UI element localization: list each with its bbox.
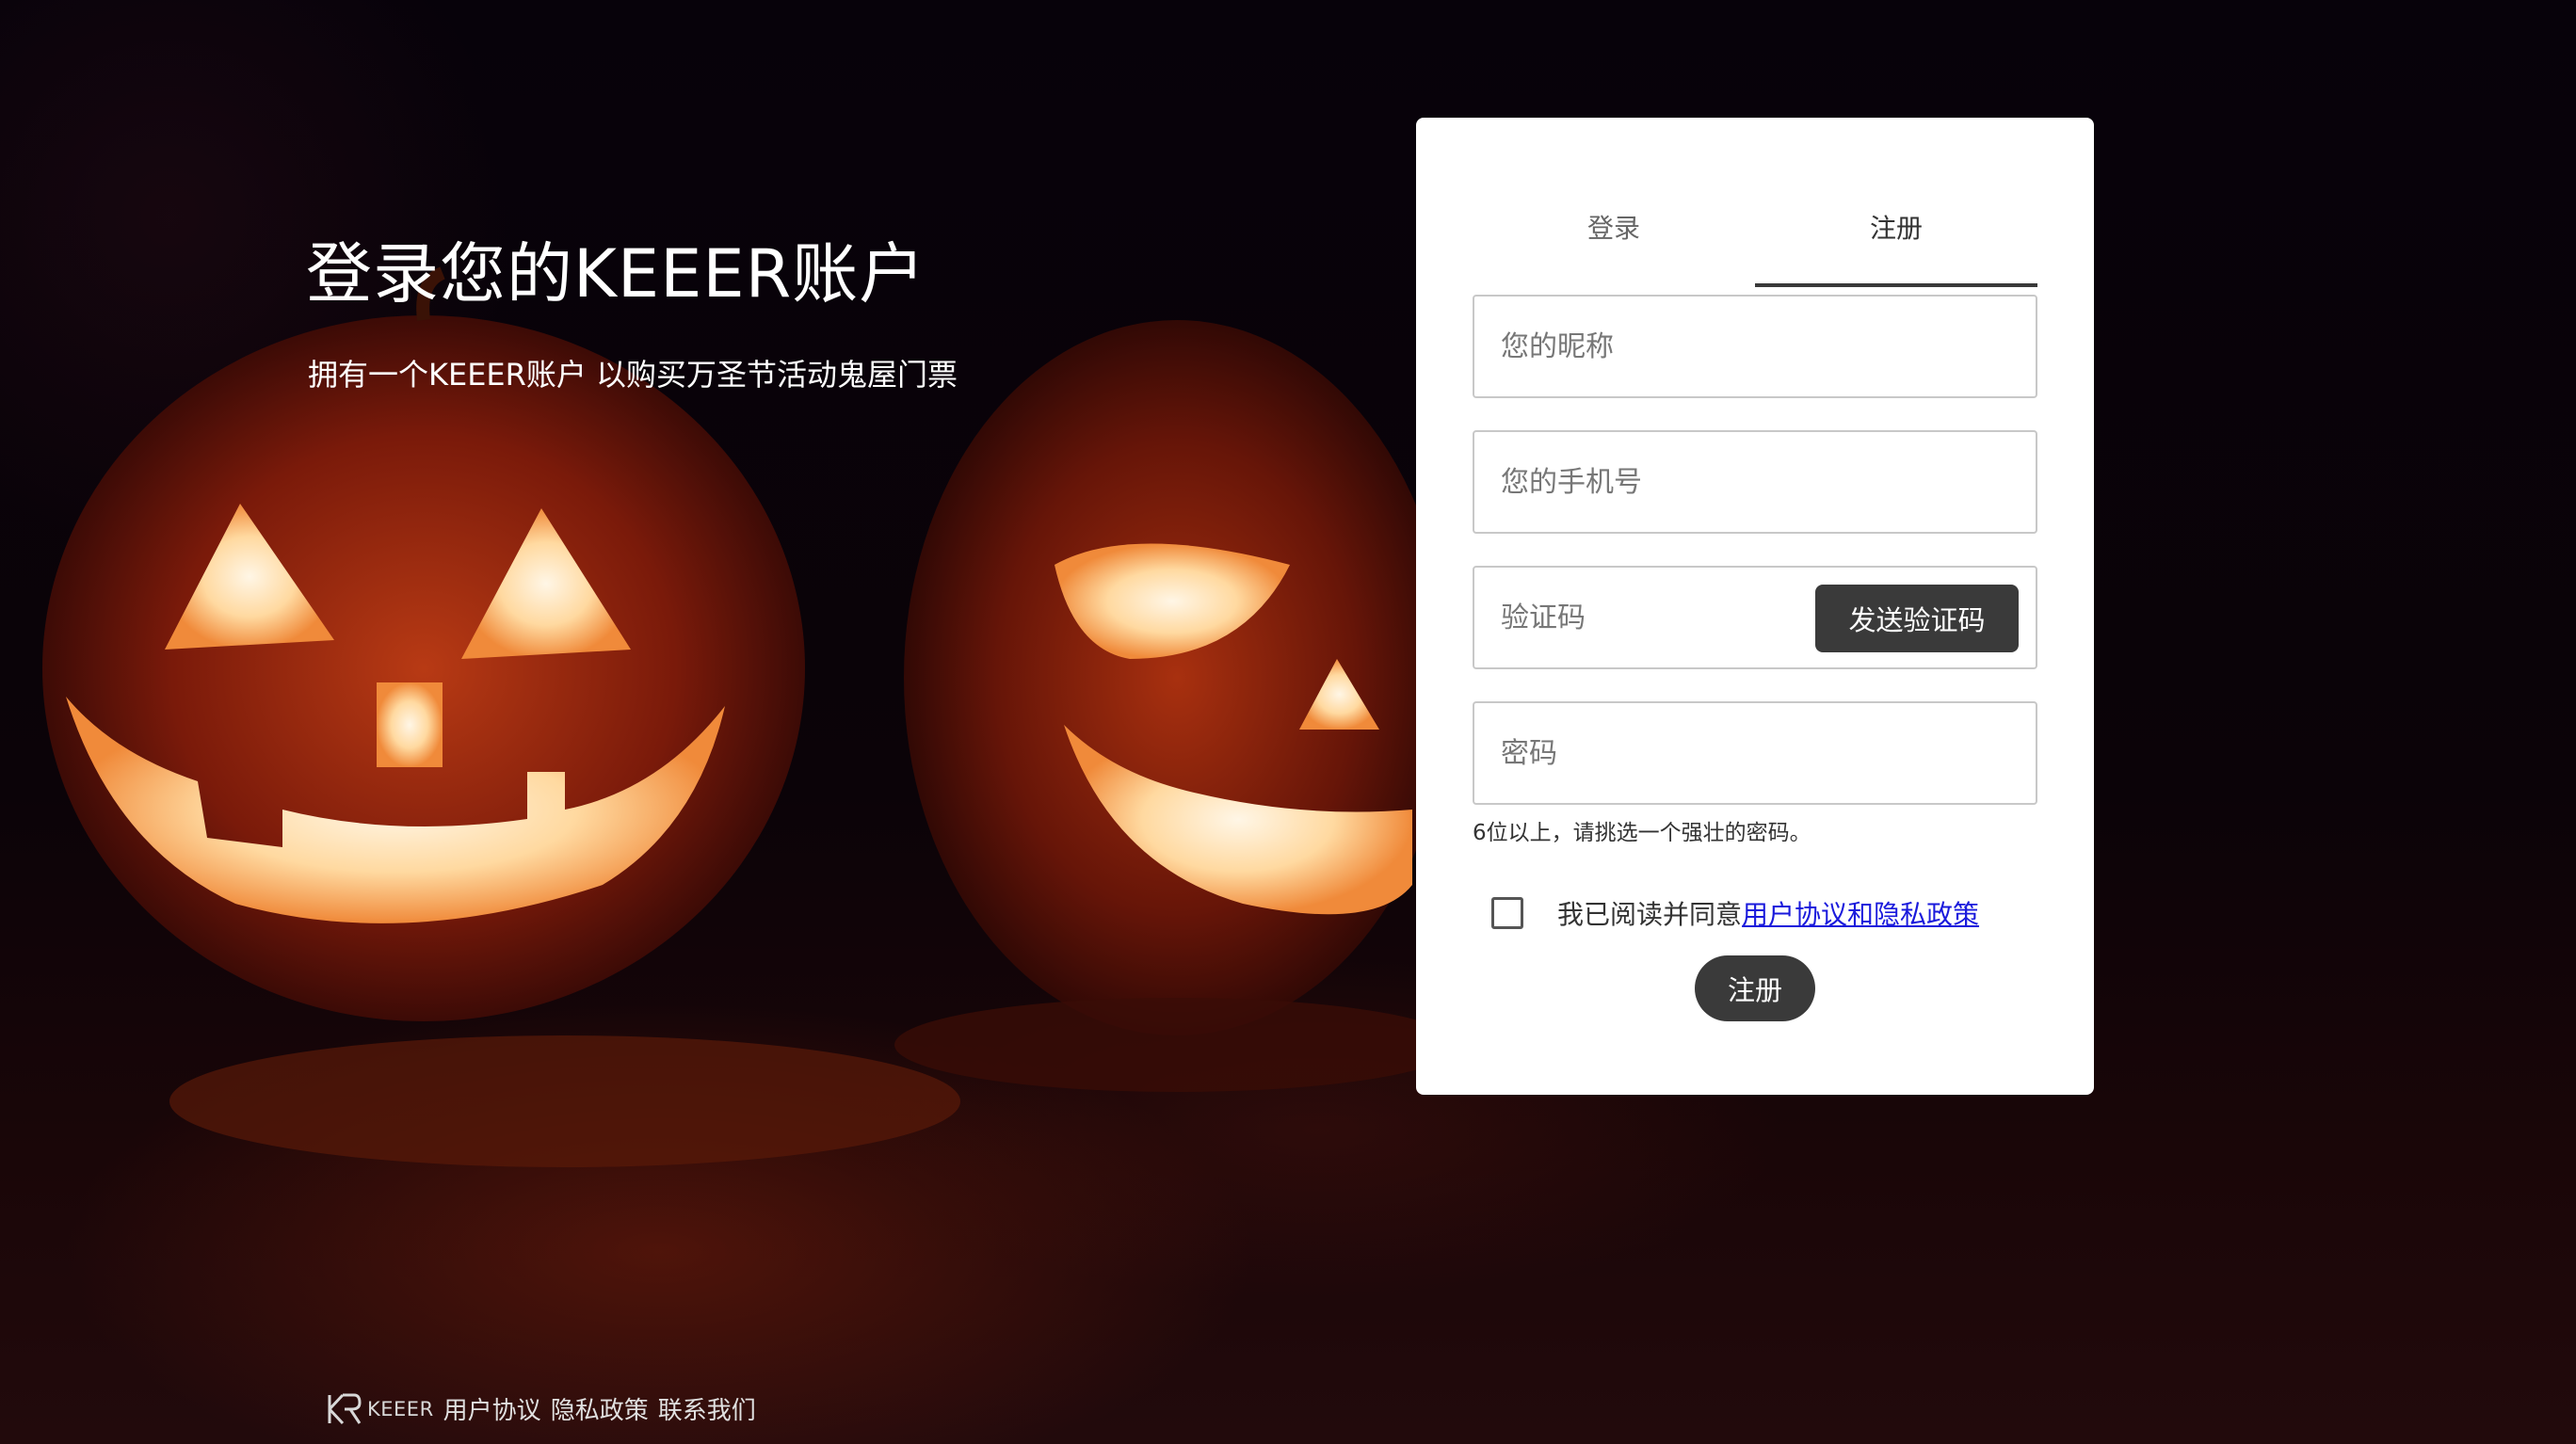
terms-privacy-link[interactable]: 用户协议和隐私政策 — [1742, 894, 1979, 932]
tab-register[interactable]: 注册 — [1755, 201, 2037, 287]
page-subtitle: 拥有一个KEEER账户 以购买万圣节活动鬼屋门票 — [308, 357, 958, 393]
auth-tabs: 登录 注册 — [1473, 201, 2037, 287]
footer-link-contact[interactable]: 联系我们 — [658, 1391, 756, 1426]
send-code-button[interactable]: 发送验证码 — [1815, 585, 2019, 652]
page-title: 登录您的KEEER账户 — [306, 235, 926, 313]
register-card: 登录 注册 发送验证码 6位以上，请挑选一个强壮的密码。 我已阅读并同意用户协议… — [1416, 118, 2094, 1095]
agreement-row: 我已阅读并同意 用户协议和隐私政策 — [1491, 890, 1979, 937]
verification-code-input[interactable] — [1501, 568, 1802, 667]
footer-link-privacy[interactable]: 隐私政策 — [551, 1391, 649, 1426]
password-field — [1473, 701, 2037, 805]
keeer-logo: KEEER — [326, 1393, 443, 1425]
nickname-field — [1473, 295, 2037, 398]
nickname-input[interactable] — [1501, 297, 2009, 396]
footer: KEEER 用户协议 隐私政策 联系我们 — [326, 1391, 765, 1426]
phone-field — [1473, 430, 2037, 534]
agree-text: 我已阅读并同意 — [1557, 899, 1743, 930]
background-photo — [0, 0, 2576, 1444]
brand-name: KEEER — [367, 1397, 434, 1420]
jack-o-lanterns-image — [42, 266, 1459, 1167]
agree-checkbox[interactable] — [1491, 897, 1523, 929]
register-button[interactable]: 注册 — [1695, 955, 1815, 1021]
footer-link-terms[interactable]: 用户协议 — [443, 1391, 541, 1426]
phone-input[interactable] — [1501, 432, 2009, 532]
code-field: 发送验证码 — [1473, 566, 2037, 669]
tab-login[interactable]: 登录 — [1473, 201, 1755, 287]
password-input[interactable] — [1501, 703, 2009, 803]
keeer-logo-icon — [328, 1393, 362, 1424]
password-hint: 6位以上，请挑选一个强壮的密码。 — [1473, 821, 1811, 845]
